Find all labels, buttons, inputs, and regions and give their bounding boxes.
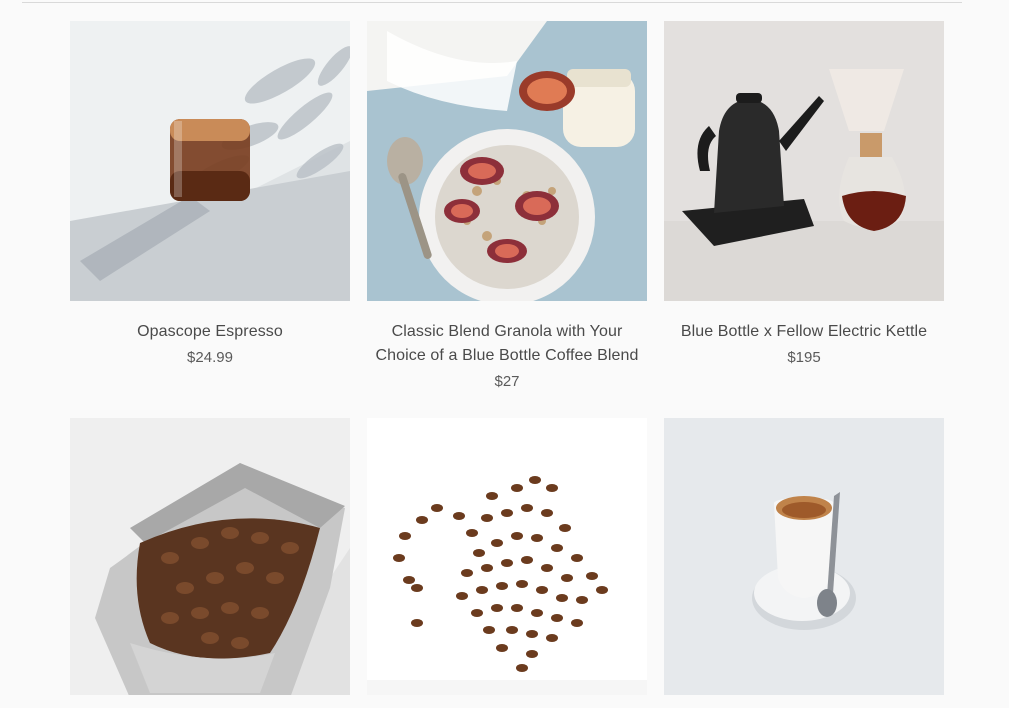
product-card-espresso-cup[interactable] xyxy=(664,418,944,708)
product-image-granola-bowl[interactable] xyxy=(367,21,647,301)
product-price: $24.99 xyxy=(187,349,233,366)
coffee-bag-photo xyxy=(70,418,350,695)
espresso-cup-photo xyxy=(664,418,944,695)
kettle-chemex-photo xyxy=(664,21,944,301)
product-image-kettle-chemex[interactable] xyxy=(664,21,944,301)
top-divider xyxy=(22,2,962,3)
product-price: $195 xyxy=(787,349,821,366)
product-title[interactable]: Blue Bottle x Fellow Electric Kettle xyxy=(664,320,944,344)
product-grid: Opascope Espresso $24.99 Classic Blend G… xyxy=(70,21,944,708)
granola-bowl-photo xyxy=(367,21,647,301)
product-card-classic-blend-granola[interactable]: Classic Blend Granola with Your Choice o… xyxy=(367,21,647,418)
product-card-coffee-beans[interactable] xyxy=(367,418,647,708)
product-image-espresso-glass[interactable] xyxy=(70,21,350,301)
espresso-glass-photo xyxy=(70,21,350,301)
product-price: $27 xyxy=(494,373,520,390)
product-title[interactable]: Classic Blend Granola with Your Choice o… xyxy=(367,320,647,368)
product-title[interactable]: Opascope Espresso xyxy=(70,320,350,344)
product-card-coffee-bag[interactable] xyxy=(70,418,350,708)
product-card-opascope-espresso[interactable]: Opascope Espresso $24.99 xyxy=(70,21,350,418)
product-listing-page: Opascope Espresso $24.99 Classic Blend G… xyxy=(0,0,1009,708)
product-image-espresso-cup[interactable] xyxy=(664,418,944,695)
product-card-electric-kettle[interactable]: Blue Bottle x Fellow Electric Kettle $19… xyxy=(664,21,944,418)
coffee-beans-photo xyxy=(367,418,647,695)
product-image-coffee-bag[interactable] xyxy=(70,418,350,695)
product-image-coffee-beans[interactable] xyxy=(367,418,647,695)
